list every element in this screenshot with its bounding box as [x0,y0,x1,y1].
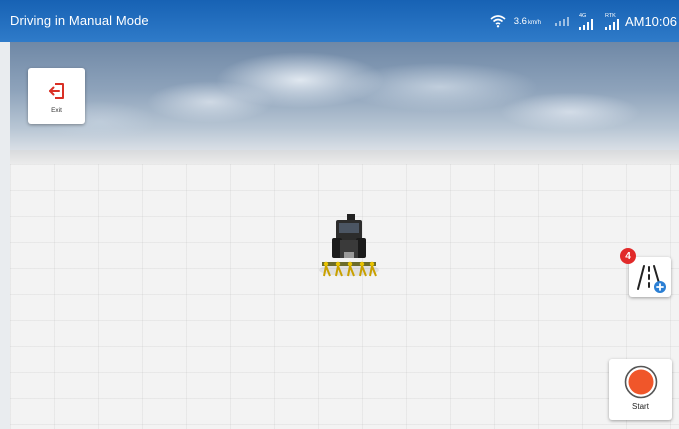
status-bar: Driving in Manual Mode 3.6 km/h 4G RTK A… [0,0,679,42]
speed-readout: 3.6 km/h [514,16,541,27]
status-indicators: 3.6 km/h 4G RTK AM10:06 [490,8,677,34]
guidance-count-badge: 4 [620,248,636,264]
ground-grid [10,164,679,429]
exit-label: Exit [51,106,62,114]
exit-button[interactable]: Exit [28,68,85,124]
exit-arrow-icon [48,82,64,99]
guidance-line-button[interactable] [629,257,671,297]
cellular-signal: 4G [578,13,593,30]
manual-driving-screen: Driving in Manual Mode 3.6 km/h 4G RTK A… [0,0,679,429]
guidance-line-add-icon [637,265,666,293]
wifi-icon [490,15,506,28]
page-title: Driving in Manual Mode [10,13,149,28]
start-label: Start [632,402,649,411]
horizon [10,150,679,164]
rtk-signal: RTK [604,13,619,30]
sky-background [10,42,679,150]
speed-unit: km/h [527,19,541,26]
clock: AM10:06 [624,13,677,29]
signal-bars-icon [554,17,569,26]
rtk-signal-icon [604,18,619,30]
speed-value: 3.6 [513,15,527,27]
record-start-icon [624,365,657,399]
start-button[interactable]: Start [609,359,672,420]
tractor-icon [319,214,379,277]
left-edge [0,42,10,429]
cellular-signal-icon [578,18,593,30]
